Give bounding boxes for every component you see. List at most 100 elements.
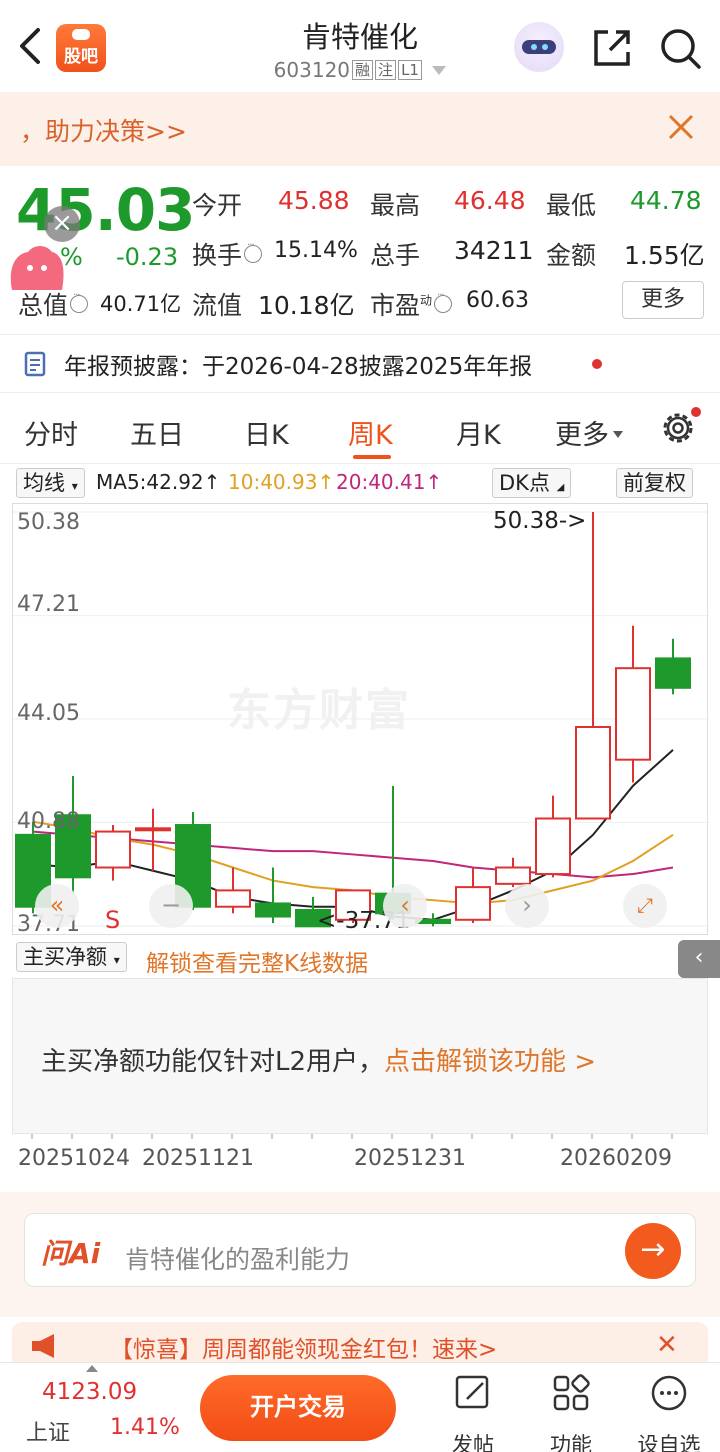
promo-text: 【惊喜】周周都能领现金红包！速来> (110, 1337, 498, 1363)
gear-icon[interactable] (658, 406, 702, 450)
y-tick-label: 40.88 (17, 809, 80, 834)
candle-body (535, 817, 571, 876)
tag-registered: 注 (375, 60, 397, 80)
caret-up-icon (86, 1365, 98, 1372)
kline-chart[interactable]: 东方财富 50.38 47.21 44.05 40.88 37.71 50.38… (12, 503, 709, 937)
add-watchlist-button[interactable]: 设自选 (629, 1373, 709, 1452)
ai-question-text: 肯特催化的盈利能力 (125, 1245, 351, 1274)
float-value: 10.18亿 (258, 291, 355, 320)
ai-robot-icon[interactable] (514, 22, 564, 72)
scroll-left-icon[interactable]: « (35, 884, 79, 928)
unlock-feature-link[interactable]: 点击解锁该功能 > (384, 1047, 596, 1077)
index-name[interactable]: 上证 (26, 1415, 70, 1447)
pe-value: 60.63 (466, 288, 529, 313)
notice-bar[interactable]: ，助力决策>> (0, 92, 720, 166)
amount-value: 1.55亿 (624, 241, 705, 270)
max-price-annotation: 50.38-> (493, 508, 587, 534)
period-tabs: 分时 五日 日K 周K 月K 更多 (0, 393, 720, 463)
stock-code: 603120 (273, 58, 351, 82)
tab-intraday[interactable]: 分时 (24, 413, 78, 452)
candle-body (495, 866, 531, 885)
sell-marker: S (105, 906, 121, 934)
y-tick-label: 47.21 (17, 592, 80, 617)
ma5-value: MA5:42.92↑ (96, 470, 221, 494)
adjust-button[interactable]: 前复权 (616, 468, 693, 498)
more-circle-icon (651, 1375, 687, 1411)
index-value[interactable]: 4123.09 (42, 1379, 137, 1405)
mascot-close-icon[interactable]: × (44, 206, 80, 242)
unread-dot (592, 359, 602, 369)
info-icon (434, 290, 453, 313)
tab-daily-k[interactable]: 日K (244, 413, 289, 452)
arrow-right-icon[interactable]: → (625, 1223, 681, 1279)
post-button[interactable]: 发帖 (433, 1373, 513, 1452)
tag-margin: 融 (352, 60, 374, 80)
share-icon[interactable] (590, 26, 634, 70)
change-amount: -0.23 (116, 243, 179, 271)
bottom-bar: 4123.09 上证 1.41% 开户交易 发帖 功能 设自选 (0, 1362, 720, 1452)
candle-body (575, 726, 611, 820)
notice-text: ，助力决策>> (20, 117, 187, 146)
ai-logo: 问Ai (41, 1237, 101, 1270)
report-notice[interactable]: 年报预披露：于2026-04-28披露2025年年报 (0, 335, 720, 391)
megaphone-icon (32, 1334, 54, 1358)
tab-five-day[interactable]: 五日 (130, 413, 184, 452)
high-value: 46.48 (454, 186, 526, 215)
open-value: 45.88 (278, 186, 350, 215)
candle-body (615, 667, 651, 761)
candle-body (655, 657, 691, 689)
grid-icon (553, 1374, 590, 1411)
date-axis: 20251024 20251121 20251231 20260209 (12, 1134, 708, 1184)
date-label: 20251121 (142, 1146, 254, 1171)
change-percent: % (60, 243, 83, 271)
pe-label[interactable]: 市盈动 (370, 286, 454, 322)
turnover-value: 15.14% (274, 238, 358, 263)
y-tick-label: 44.05 (17, 701, 80, 726)
unlock-link[interactable]: 解锁查看完整K线数据 (146, 944, 368, 978)
ma10-value: 10:40.93↑ (228, 470, 335, 494)
tab-more[interactable]: 更多 (555, 413, 623, 452)
volume-label: 总手 (370, 241, 421, 270)
dropdown-arrow-icon (432, 66, 447, 75)
tab-weekly-k[interactable]: 周K (348, 413, 393, 452)
low-label: 最低 (546, 191, 597, 220)
info-icon (244, 240, 263, 263)
fullscreen-icon[interactable]: ⤢ (623, 884, 667, 928)
turnover-label[interactable]: 换手 (192, 236, 264, 272)
candle-body (95, 830, 131, 869)
date-label: 20251231 (354, 1146, 466, 1171)
tab-monthly-k[interactable]: 月K (456, 413, 501, 452)
indicator-selector[interactable]: 主买净额 ▾ (16, 942, 127, 972)
close-icon[interactable]: ✕ (656, 1330, 678, 1360)
mktcap-value: 40.71亿 (100, 292, 182, 316)
header: 股吧 肯特催化 603120 融注 L1 (0, 0, 720, 92)
candle-body (455, 886, 491, 921)
close-icon[interactable] (664, 110, 698, 144)
indicator-panel: 主买净额功能仅针对L2用户，点击解锁该功能 > (12, 978, 708, 1134)
function-button[interactable]: 功能 (531, 1373, 611, 1452)
next-icon[interactable]: › (505, 884, 549, 928)
high-label: 最高 (370, 191, 421, 220)
indicator-message[interactable]: 主买净额功能仅针对L2用户，点击解锁该功能 > (41, 1041, 596, 1078)
date-label: 20251024 (18, 1146, 130, 1171)
indicator-bar: 主买净额 ▾ 解锁查看完整K线数据 (0, 938, 720, 978)
date-label: 20260209 (560, 1146, 672, 1171)
search-icon[interactable] (658, 26, 702, 70)
index-percent: 1.41% (110, 1415, 180, 1440)
amount-label: 金额 (546, 241, 597, 270)
ai-question-box[interactable]: 问Ai 肯特催化的盈利能力 → (24, 1213, 696, 1287)
kline-canvas (13, 511, 709, 928)
ma20-value: 20:40.41↑ (336, 470, 443, 494)
collapse-panel-icon[interactable]: ‹ (678, 940, 720, 978)
ma-selector[interactable]: 均线 ▾ (16, 468, 85, 498)
mktcap-label[interactable]: 总值 (18, 286, 90, 322)
open-account-trade-button[interactable]: 开户交易 (200, 1375, 396, 1441)
dropdown-arrow-icon (613, 431, 623, 438)
more-button[interactable]: 更多 (622, 281, 704, 319)
open-label: 今开 (192, 191, 243, 220)
zoom-out-icon[interactable]: − (149, 884, 193, 928)
prev-icon[interactable]: ‹ (383, 884, 427, 928)
edit-icon (455, 1375, 489, 1409)
active-tab-underline (353, 455, 391, 459)
dk-point-button[interactable]: DK点 ◢ (492, 468, 572, 498)
